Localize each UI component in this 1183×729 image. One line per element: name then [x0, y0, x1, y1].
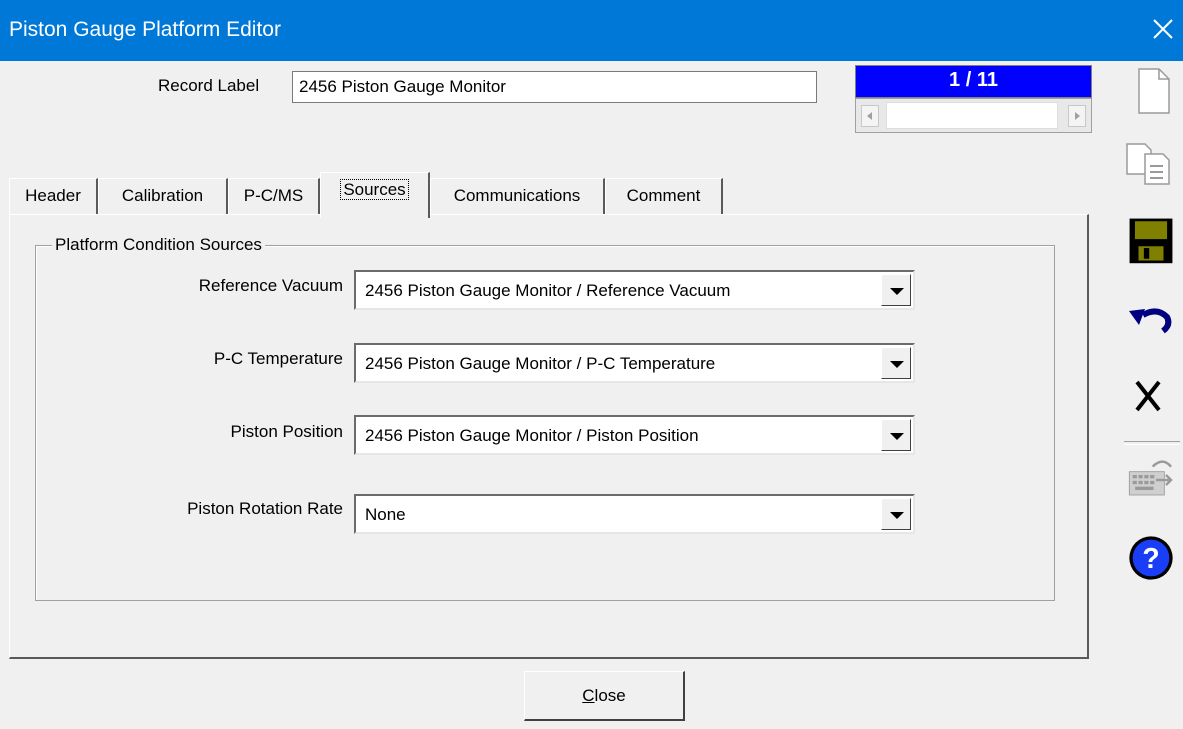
piston-position-value: 2456 Piston Gauge Monitor / Piston Posit… — [365, 426, 699, 445]
reference-vacuum-label: Reference Vacuum — [198, 276, 343, 295]
piston-rotation-rate-value: None — [365, 505, 406, 524]
close-button-label: Close — [582, 686, 626, 705]
tab-label: Comment — [626, 186, 701, 205]
tab-comment[interactable]: Comment — [605, 178, 723, 214]
piston-position-select[interactable]: 2456 Piston Gauge Monitor / Piston Posit… — [354, 415, 915, 455]
record-counter: 1 / 11 — [855, 65, 1092, 98]
delete-icon[interactable] — [1123, 372, 1179, 422]
chevron-left-icon — [867, 112, 872, 120]
p-c-temperature-select[interactable]: 2456 Piston Gauge Monitor / P-C Temperat… — [354, 343, 915, 383]
keyboard-disabled-icon — [1128, 460, 1173, 496]
piston-rotation-rate-select[interactable]: None — [354, 494, 915, 534]
chevron-down-icon[interactable] — [881, 419, 911, 451]
close-window-icon[interactable] — [1149, 13, 1177, 45]
record-scrollbar[interactable] — [855, 98, 1092, 133]
window-title: Piston Gauge Platform Editor — [9, 18, 281, 41]
tab-label: Sources — [340, 179, 409, 200]
scroll-left-button[interactable] — [861, 105, 879, 127]
tab-label: Calibration — [121, 186, 204, 205]
tab-label: Header — [25, 186, 81, 205]
svg-text:?: ? — [1142, 543, 1159, 575]
reference-vacuum-select[interactable]: 2456 Piston Gauge Monitor / Reference Va… — [354, 270, 915, 310]
record-label-input[interactable] — [292, 71, 817, 103]
toolbar-separator — [1124, 441, 1180, 445]
chevron-down-icon[interactable] — [881, 347, 911, 379]
tab-calibration[interactable]: Calibration — [98, 178, 228, 214]
p-c-temperature-value: 2456 Piston Gauge Monitor / P-C Temperat… — [365, 354, 716, 373]
save-icon[interactable] — [1123, 215, 1179, 265]
title-bar: Piston Gauge Platform Editor — [0, 0, 1183, 61]
scroll-right-button[interactable] — [1068, 105, 1086, 127]
tab-header[interactable]: Header — [9, 178, 98, 214]
tab-label: Communications — [453, 186, 581, 205]
piston-rotation-rate-label: Piston Rotation Rate — [187, 499, 343, 518]
group-title: Platform Condition Sources — [52, 235, 265, 255]
tab-label: P-C/MS — [243, 186, 304, 205]
tab-sources[interactable]: Sources — [320, 172, 430, 218]
help-icon[interactable]: ? — [1123, 533, 1179, 583]
p-c-temperature-label: P-C Temperature — [213, 349, 343, 368]
record-label-caption: Record Label — [158, 76, 260, 95]
tab-panel-sources: Platform Condition Sources Reference Vac… — [9, 214, 1089, 659]
chevron-down-icon[interactable] — [881, 274, 911, 306]
chevron-right-icon — [1075, 112, 1080, 120]
new-document-icon[interactable] — [1123, 65, 1179, 115]
piston-position-label: Piston Position — [230, 422, 343, 441]
tab-communications[interactable]: Communications — [430, 178, 605, 214]
copy-icon[interactable] — [1123, 138, 1179, 188]
reference-vacuum-value: 2456 Piston Gauge Monitor / Reference Va… — [365, 281, 731, 300]
close-button[interactable]: Close — [524, 671, 685, 721]
chevron-down-icon[interactable] — [881, 498, 911, 530]
undo-icon[interactable] — [1123, 295, 1179, 345]
scroll-thumb[interactable] — [886, 102, 1058, 129]
tab-p-c-ms[interactable]: P-C/MS — [228, 178, 320, 214]
